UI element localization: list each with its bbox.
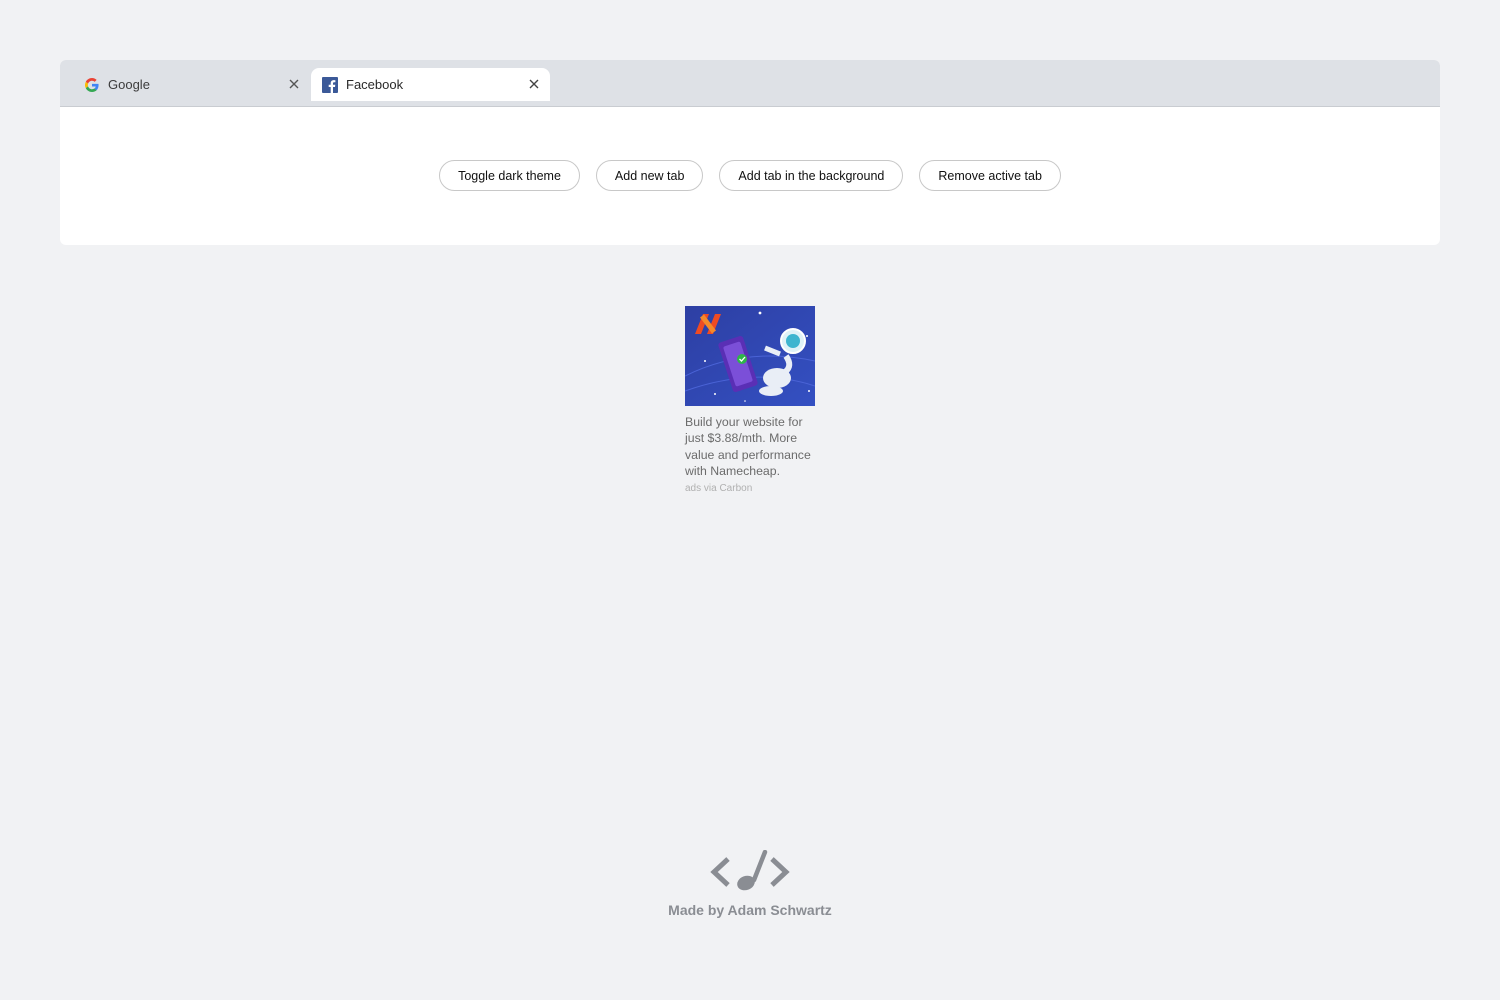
carbon-ad[interactable]: Build your website for just $3.88/mth. M… xyxy=(685,306,815,494)
ad-attribution[interactable]: ads via Carbon xyxy=(685,483,815,494)
tab-google[interactable]: Google xyxy=(60,68,310,101)
footer-credit: Made by Adam Schwartz xyxy=(668,902,832,918)
facebook-icon xyxy=(322,76,338,93)
tab-bar: Google Facebook xyxy=(60,60,1440,106)
tab-title: Google xyxy=(108,77,150,92)
add-background-tab-button[interactable]: Add tab in the background xyxy=(719,160,904,191)
tab-facebook[interactable]: Facebook xyxy=(311,68,550,101)
google-icon xyxy=(84,77,100,93)
code-music-note-icon[interactable] xyxy=(710,850,790,894)
tab-title: Facebook xyxy=(346,77,404,92)
browser-window: Google Facebook Toggle dark theme Add ne… xyxy=(60,60,1440,245)
demo-controls: Toggle dark theme Add new tab Add tab in… xyxy=(60,160,1440,191)
footer: Made by Adam Schwartz xyxy=(600,850,900,918)
remove-active-tab-button[interactable]: Remove active tab xyxy=(919,160,1061,191)
add-new-tab-button[interactable]: Add new tab xyxy=(595,160,704,191)
ad-text[interactable]: Build your website for just $3.88/mth. M… xyxy=(685,414,815,479)
ad-image[interactable] xyxy=(685,306,815,406)
close-tab-google-icon[interactable] xyxy=(286,76,302,92)
close-tab-facebook-icon[interactable] xyxy=(526,76,542,92)
tab-bar-divider xyxy=(60,106,1440,107)
toggle-dark-theme-button[interactable]: Toggle dark theme xyxy=(439,160,580,191)
